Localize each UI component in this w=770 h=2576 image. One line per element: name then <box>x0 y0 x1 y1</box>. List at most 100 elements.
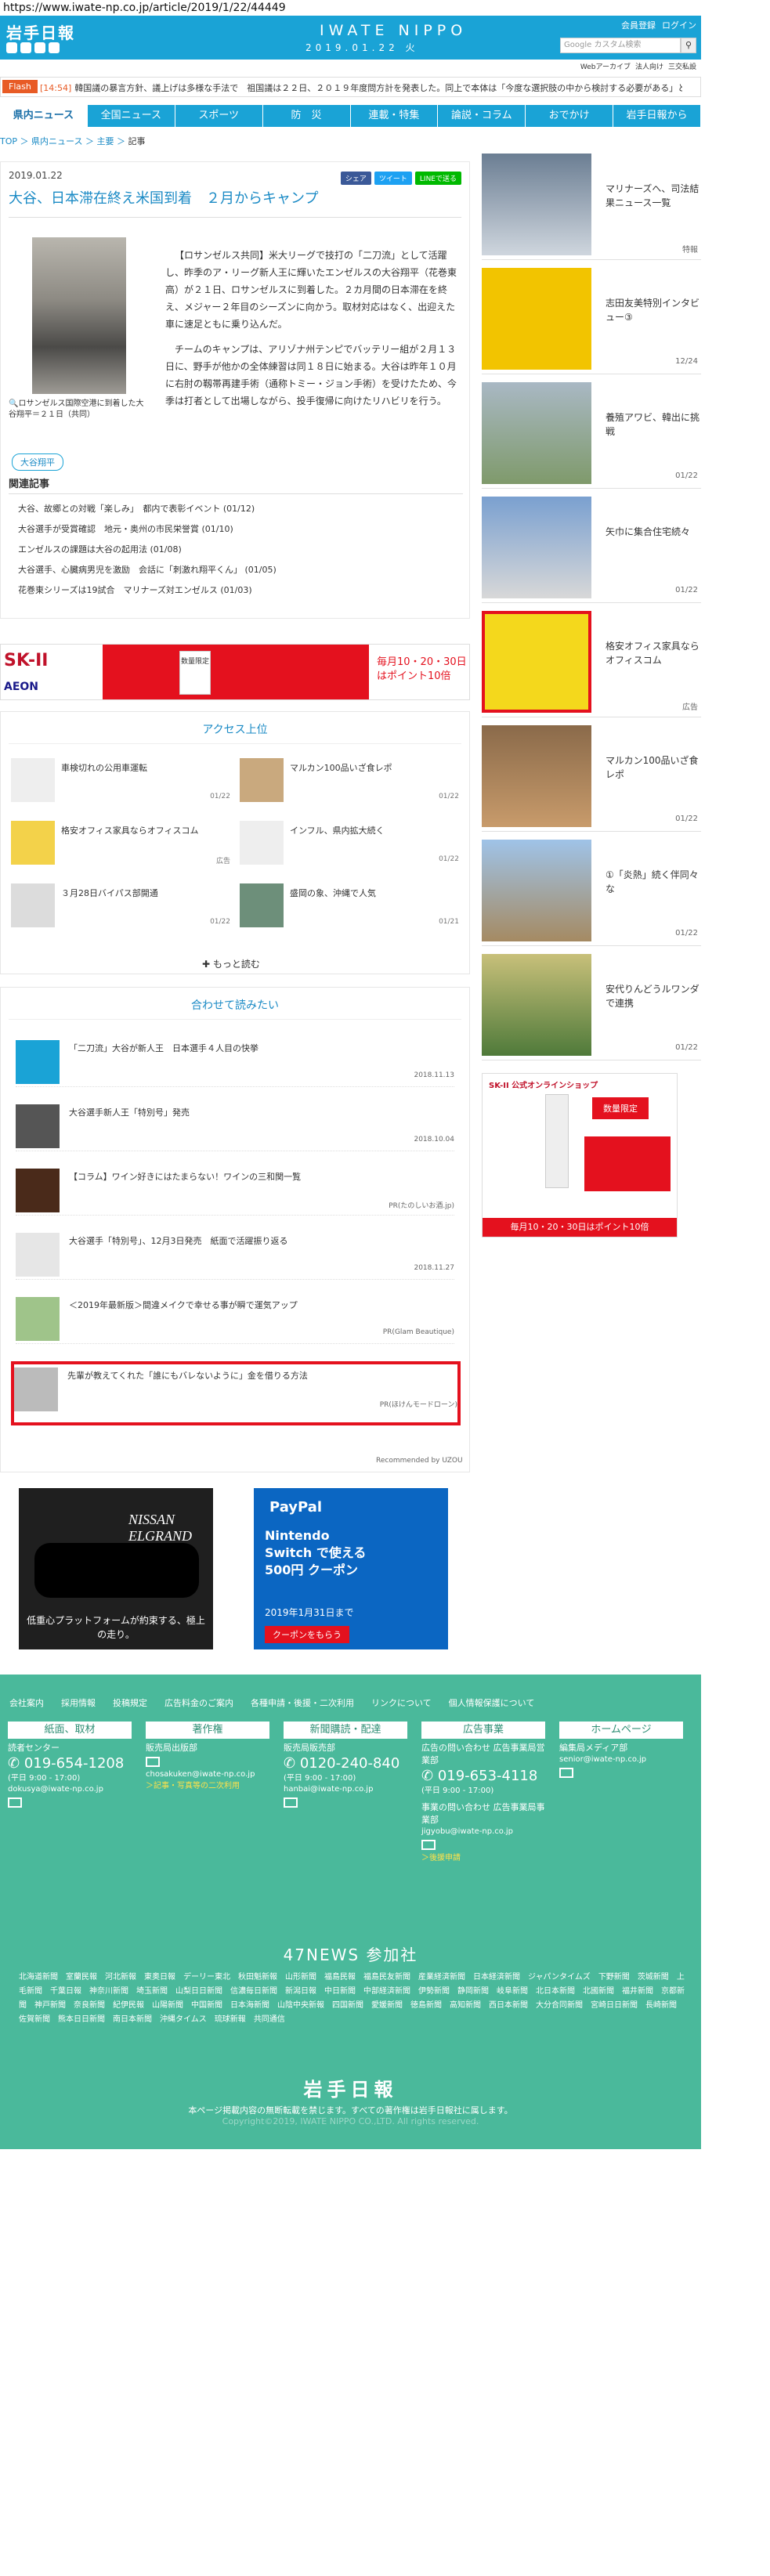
footer-yellow-link[interactable]: ＞後援申請 <box>421 1852 545 1865</box>
partner-paper-link[interactable]: 山梨日日新聞 <box>175 1987 222 1996</box>
partner-paper-link[interactable]: 伊勢新聞 <box>418 1987 450 1996</box>
access-item[interactable]: インフル、県内拡大続く 01/22 <box>240 821 459 865</box>
partner-paper-link[interactable]: 琉球新報 <box>215 2015 246 2024</box>
partner-paper-link[interactable]: 室蘭民報 <box>66 1973 97 1982</box>
partner-paper-link[interactable]: 高知新聞 <box>450 2001 481 2010</box>
partner-paper-link[interactable]: 信濃毎日新聞 <box>230 1987 277 1996</box>
partner-paper-link[interactable]: 中部経済新聞 <box>363 1987 410 1996</box>
access-item[interactable]: 盛岡の象、沖縄で人気 01/21 <box>240 883 459 927</box>
footer-mail[interactable]: chosakuken@iwate-np.co.jp <box>146 1769 269 1780</box>
mail-icon[interactable] <box>8 1797 22 1808</box>
footer-link[interactable]: 広告料金のご案内 <box>164 1696 233 1709</box>
recommend-item[interactable]: ＜2019年最新版＞間違メイクで幸せる事が瞬で運気アップ PR(Glam Beau… <box>16 1294 454 1344</box>
footer-tel[interactable]: ✆ 019-654-1208 <box>8 1754 132 1773</box>
recommend-item-highlighted[interactable]: 先輩が教えてくれた「誰にもバレないように」金を借りる方法 PR(ほけんモードローン… <box>11 1361 461 1425</box>
partner-paper-link[interactable]: 神奈川新聞 <box>89 1987 128 1996</box>
mail-icon[interactable] <box>559 1768 573 1778</box>
partner-paper-link[interactable]: 熊本日日新聞 <box>58 2015 105 2024</box>
related-link[interactable]: エンゼルスの課題は大谷の起用法 (01/08) <box>9 540 463 560</box>
access-item[interactable]: ３月28日バイパス部開通 01/22 <box>11 883 230 927</box>
related-link[interactable]: 大谷、故郷との対戦「楽しみ」 都内で表彰イベント (01/12) <box>9 499 463 519</box>
footer-link[interactable]: 各種申請・後援・二次利用 <box>251 1696 354 1709</box>
register-link[interactable]: 会員登録 <box>621 19 656 31</box>
footer-mail[interactable]: dokusya@iwate-np.co.jp <box>8 1784 132 1795</box>
partner-paper-link[interactable]: 愛媛新聞 <box>371 2001 403 2010</box>
partner-paper-link[interactable]: 日本海新聞 <box>230 2001 269 2010</box>
nav-editorial[interactable]: 論説・コラム <box>438 105 526 127</box>
nav-features[interactable]: 連載・特集 <box>351 105 439 127</box>
article-tag[interactable]: 大谷翔平 <box>12 453 63 471</box>
sidebar-item[interactable]: 養殖アワビ、韓出に挑戦 01/22 <box>482 379 701 489</box>
footer-link[interactable]: リンクについて <box>371 1696 432 1709</box>
partner-paper-link[interactable]: 共同通信 <box>254 2015 285 2024</box>
corporate-link[interactable]: 法人向け <box>635 61 663 71</box>
related-link[interactable]: 大谷選手が受賞確認 地元・奥州の市民栄誉賞 (01/10) <box>9 519 463 540</box>
footer-mail[interactable]: hanbai@iwate-np.co.jp <box>284 1784 407 1795</box>
footer-mail[interactable]: jigyobu@iwate-np.co.jp <box>421 1826 545 1837</box>
partner-paper-link[interactable]: 茨城新聞 <box>638 1973 669 1982</box>
tweet-button[interactable]: ツイート <box>374 172 412 185</box>
mail-icon[interactable] <box>146 1757 160 1767</box>
more-button[interactable]: ✚ もっと読む <box>202 957 260 970</box>
footer-link[interactable]: 採用情報 <box>61 1696 96 1709</box>
partner-paper-link[interactable]: 北海道新聞 <box>19 1973 58 1982</box>
recommend-item[interactable]: 「二刀流」大谷が新人王 日本選手４人目の快挙 2018.11.13 <box>16 1037 454 1087</box>
partner-paper-link[interactable]: 北日本新聞 <box>536 1987 575 1996</box>
recommend-item[interactable]: 【コラム】ワイン好きにはたまらない！ワインの三和関一覧 PR(たのしいお酒.jp) <box>16 1165 454 1216</box>
partner-paper-link[interactable]: 佐賀新聞 <box>19 2015 50 2024</box>
partner-paper-link[interactable]: 長崎新聞 <box>645 2001 677 2010</box>
partner-paper-link[interactable]: 福島民報 <box>324 1973 356 1982</box>
sidebar-item[interactable]: マリナーズへ、司法結果ニュース一覧 特報 <box>482 150 701 260</box>
partner-paper-link[interactable]: 産業経済新聞 <box>418 1973 465 1982</box>
nav-local-news[interactable]: 県内ニュース <box>0 105 88 127</box>
ad-nissan[interactable]: NISSAN ELGRAND 低重心プラットフォームが約束する、極上の走り。 <box>19 1488 213 1649</box>
related-link[interactable]: 花巻東シリーズは19試合 マリナーズ対エンゼルス (01/03) <box>9 580 463 601</box>
partner-paper-link[interactable]: 沖縄タイムス <box>160 2015 207 2024</box>
access-item[interactable]: 格安オフィス家具ならオフィスコム 広告 <box>11 821 230 865</box>
partner-paper-link[interactable]: 山陽新聞 <box>152 2001 183 2010</box>
partner-paper-link[interactable]: 奈良新聞 <box>74 2001 105 2010</box>
breadcrumb-local[interactable]: 県内ニュース <box>31 136 82 146</box>
sidebar-item[interactable]: 矢巾に集合住宅続々 01/22 <box>482 493 701 603</box>
twitter-icon[interactable] <box>6 42 17 53</box>
partner-paper-link[interactable]: 福島民友新聞 <box>363 1973 410 1982</box>
partner-paper-link[interactable]: 東奥日報 <box>144 1973 175 1982</box>
partner-paper-link[interactable]: 埼玉新聞 <box>136 1987 168 1996</box>
related-link[interactable]: 大谷選手、心臓病男児を激励 会話に「刺激れ翔平くん」 (01/05) <box>9 560 463 580</box>
partner-paper-link[interactable]: 四国新聞 <box>332 2001 363 2010</box>
recommend-item[interactable]: 大谷選手「特別号」、12月3日発売 紙面で活躍振り返る 2018.11.27 <box>16 1230 454 1280</box>
mail-icon[interactable] <box>421 1840 436 1850</box>
search-input[interactable]: Google カスタム検索 <box>560 38 681 53</box>
partner-paper-link[interactable]: 福井新聞 <box>622 1987 653 1996</box>
access-item[interactable]: 車検切れの公用車運転 01/22 <box>11 758 230 802</box>
line-share-button[interactable]: LINEで送る <box>414 172 461 185</box>
footer-tel[interactable]: ✆ 0120-240-840 <box>284 1754 407 1773</box>
partner-paper-link[interactable]: 下野新聞 <box>598 1973 630 1982</box>
nav-national-news[interactable]: 全国ニュース <box>88 105 175 127</box>
sidebar-item[interactable]: ①「炎熱」続く伴同々な 01/22 <box>482 836 701 946</box>
partner-paper-link[interactable]: 山陰中央新報 <box>277 2001 324 2010</box>
partner-paper-link[interactable]: 西日本新聞 <box>489 2001 528 2010</box>
partner-paper-link[interactable]: 北國新聞 <box>583 1987 614 1996</box>
article-photo[interactable] <box>32 237 126 394</box>
youtube-icon[interactable] <box>34 42 45 53</box>
sidebar-item[interactable]: 志田友美特別インタビュー③ 12/24 <box>482 265 701 374</box>
partner-paper-link[interactable]: 秋田魁新報 <box>238 1973 277 1982</box>
sidebar-item[interactable]: マルカン100品いざ食レポ 01/22 <box>482 722 701 832</box>
sidebar-item[interactable]: 安代りんどうルワンダで連携 01/22 <box>482 951 701 1060</box>
partner-paper-link[interactable]: 南日本新聞 <box>113 2015 152 2024</box>
partner-paper-link[interactable]: 紀伊民報 <box>113 2001 144 2010</box>
partner-paper-link[interactable]: ジャパンタイムズ <box>528 1973 591 1982</box>
facebook-share-button[interactable]: シェア <box>340 172 371 185</box>
sidebar-item[interactable]: 格安オフィス家具ならオフィスコム 広告 <box>482 608 701 717</box>
footer-link[interactable]: 投稿規定 <box>113 1696 147 1709</box>
partner-paper-link[interactable]: 新潟日報 <box>285 1987 316 1996</box>
search-icon[interactable]: ⚲ <box>681 38 696 53</box>
facebook-icon[interactable] <box>20 42 31 53</box>
nav-disaster[interactable]: 防 災 <box>263 105 351 127</box>
address-bar-url[interactable]: https://www.iwate-np.co.jp/article/2019/… <box>3 1 286 15</box>
flash-text[interactable]: [14:54] 韓国議の暴言方針、議上げは多様な手法で 祖国議は２２日、２０１９年… <box>40 81 682 94</box>
footer-link[interactable]: 個人情報保護について <box>449 1696 535 1709</box>
partner-paper-link[interactable]: デーリー東北 <box>183 1973 230 1982</box>
coupon-button[interactable]: クーポンをもらう <box>265 1626 349 1643</box>
